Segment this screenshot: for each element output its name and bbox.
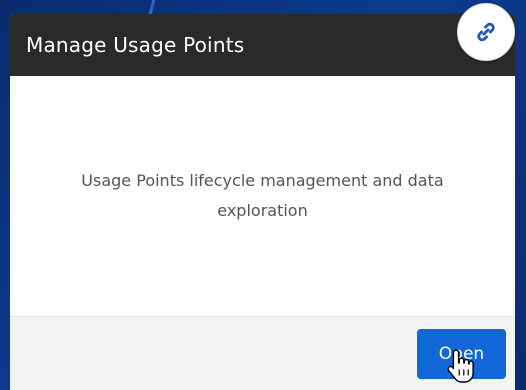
card-footer: Open bbox=[10, 316, 515, 390]
card-body: Usage Points lifecycle management and da… bbox=[10, 76, 515, 316]
open-button[interactable]: Open bbox=[417, 329, 506, 379]
card-title: Manage Usage Points bbox=[26, 33, 245, 57]
card-header: Manage Usage Points bbox=[10, 14, 515, 76]
link-icon bbox=[477, 22, 495, 42]
manage-usage-points-card: Manage Usage Points Usage Points lifecyc… bbox=[10, 14, 515, 390]
card-description: Usage Points lifecycle management and da… bbox=[81, 171, 444, 220]
copy-link-button[interactable] bbox=[457, 3, 515, 61]
